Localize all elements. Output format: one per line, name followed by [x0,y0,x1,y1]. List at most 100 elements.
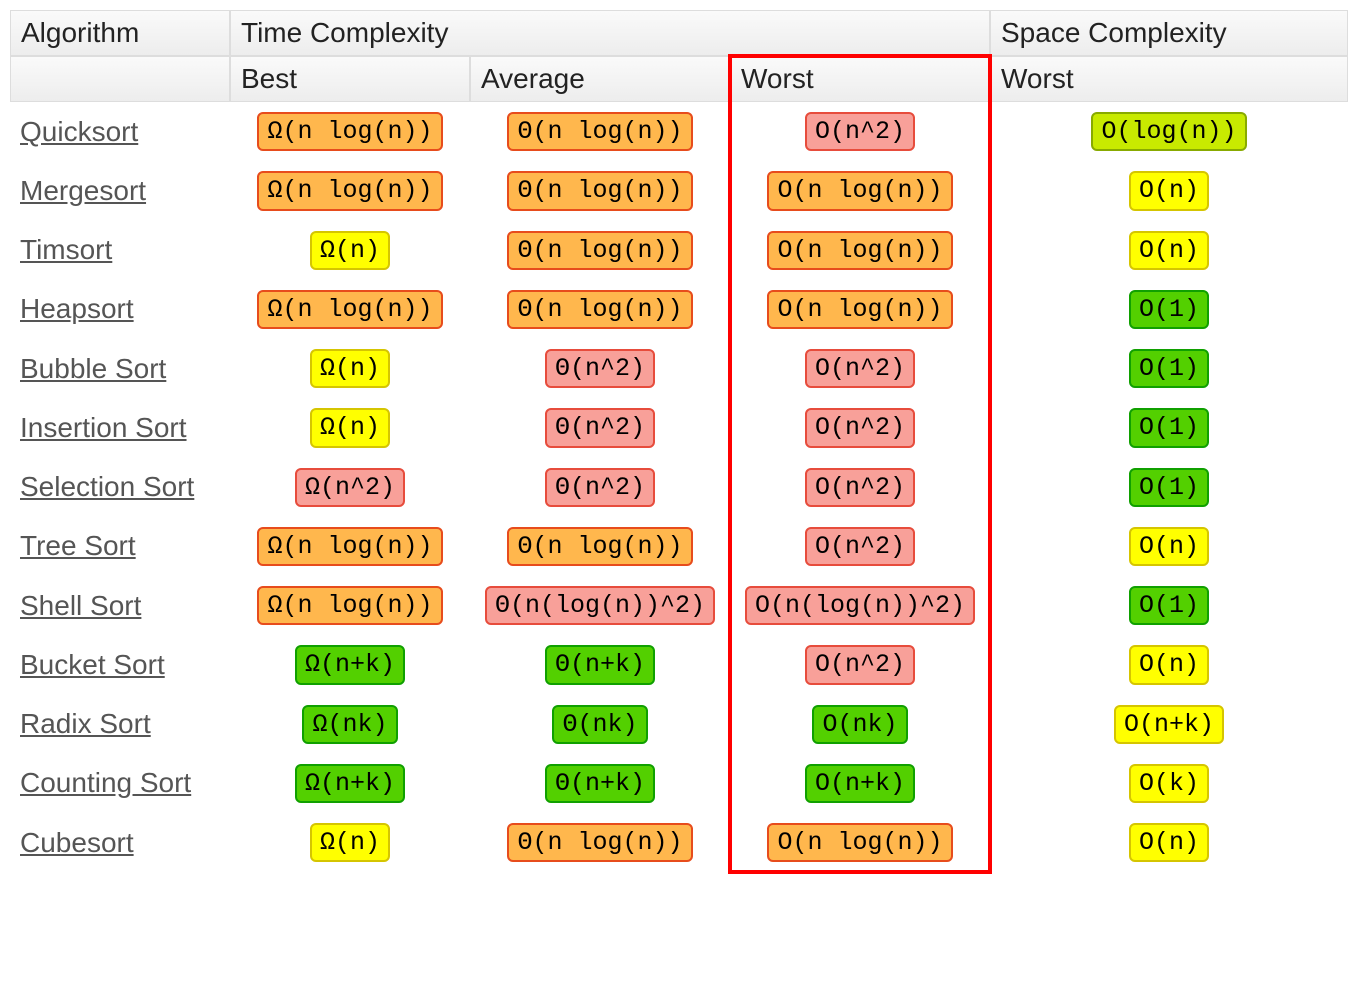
complexity-pill: Θ(nk) [552,705,647,744]
cell-best: Ω(n log(n)) [230,517,470,576]
complexity-pill: Θ(n+k) [545,645,655,684]
cell-worst: O(n^2) [730,102,990,161]
complexity-pill: O(n(log(n))^2) [745,586,975,625]
complexity-pill: O(n log(n)) [767,290,952,329]
complexity-pill: O(n) [1129,645,1209,684]
cell-avg: Θ(n(log(n))^2) [470,576,730,635]
algo-cell: Timsort [10,221,230,280]
cell-avg: Θ(nk) [470,695,730,754]
complexity-pill: O(n) [1129,171,1209,210]
algo-cell: Bucket Sort [10,635,230,694]
algo-link[interactable]: Heapsort [20,293,134,324]
cell-avg: Θ(n log(n)) [470,161,730,220]
cell-space: O(1) [990,398,1348,457]
cell-space: O(1) [990,458,1348,517]
complexity-pill: O(n+k) [805,764,915,803]
algo-link[interactable]: Radix Sort [20,708,151,739]
cell-space: O(k) [990,754,1348,813]
complexity-pill: O(1) [1129,408,1209,447]
complexity-pill: O(n) [1129,231,1209,270]
algo-link[interactable]: Mergesort [20,175,146,206]
algo-link[interactable]: Bucket Sort [20,649,165,680]
algo-cell: Heapsort [10,280,230,339]
col-blank [10,56,230,102]
cell-best: Ω(n log(n)) [230,280,470,339]
cell-avg: Θ(n^2) [470,458,730,517]
complexity-pill: Ω(n) [310,231,390,270]
complexity-pill: O(n log(n)) [767,823,952,862]
cell-best: Ω(n log(n)) [230,161,470,220]
complexity-pill: O(n^2) [805,468,915,507]
col-best: Best [230,56,470,102]
cell-worst: O(n log(n)) [730,221,990,280]
complexity-pill: O(n+k) [1114,705,1224,744]
algo-link[interactable]: Counting Sort [20,767,191,798]
algo-link[interactable]: Cubesort [20,827,134,858]
complexity-pill: Θ(n^2) [545,468,655,507]
complexity-pill: Ω(n^2) [295,468,405,507]
cell-worst: O(n log(n)) [730,280,990,339]
cell-best: Ω(n log(n)) [230,102,470,161]
algo-link[interactable]: Tree Sort [20,530,136,561]
cell-space: O(n) [990,635,1348,694]
algo-link[interactable]: Bubble Sort [20,353,166,384]
cell-space: O(log(n)) [990,102,1348,161]
table-row: Shell Sort Ω(n log(n))Θ(n(log(n))^2) O(n(l… [10,576,1348,635]
cell-avg: Θ(n log(n)) [470,813,730,872]
complexity-pill: Θ(n log(n)) [507,823,692,862]
table-row: Counting Sort Ω(n+k) Θ(n+k) O(n+k) O(k) [10,754,1348,813]
cell-worst: O(n^2) [730,398,990,457]
col-algorithm: Algorithm [10,10,230,56]
table-row: Heapsort Ω(n log(n)) Θ(n log(n)) O(n log(n)… [10,280,1348,339]
complexity-pill: Θ(n^2) [545,408,655,447]
cell-space: O(n+k) [990,695,1348,754]
algo-cell: Radix Sort [10,695,230,754]
cell-best: Ω(n) [230,339,470,398]
complexity-pill: O(n log(n)) [767,171,952,210]
complexity-pill: O(n^2) [805,408,915,447]
algo-cell: Tree Sort [10,517,230,576]
complexity-pill: O(nk) [812,705,907,744]
algo-cell: Bubble Sort [10,339,230,398]
algo-link[interactable]: Timsort [20,234,112,265]
cell-avg: Θ(n+k) [470,754,730,813]
cell-avg: Θ(n^2) [470,398,730,457]
complexity-pill: Ω(n log(n)) [257,171,442,210]
cell-space: O(n) [990,221,1348,280]
algo-link[interactable]: Quicksort [20,116,138,147]
complexity-pill: Θ(n^2) [545,349,655,388]
complexity-pill: Θ(n log(n)) [507,171,692,210]
algo-link[interactable]: Insertion Sort [20,412,187,443]
cell-avg: Θ(n^2) [470,339,730,398]
cell-space: O(1) [990,576,1348,635]
cell-space: O(n) [990,161,1348,220]
col-space: Space Complexity [990,10,1348,56]
header-row-1: Algorithm Time Complexity Space Complexi… [10,10,1348,56]
complexity-pill: Ω(n log(n)) [257,290,442,329]
algo-link[interactable]: Shell Sort [20,590,141,621]
col-time: Time Complexity [230,10,990,56]
cell-best: Ω(n^2) [230,458,470,517]
table-row: Radix SortΩ(nk)Θ(nk)O(nk)O(n+k) [10,695,1348,754]
complexity-pill: O(n^2) [805,349,915,388]
complexity-pill: O(1) [1129,586,1209,625]
cell-worst: O(nk) [730,695,990,754]
table-body: Quicksort Ω(n log(n)) Θ(n log(n)) O(n^2) O(l… [10,102,1348,872]
table-wrapper: Algorithm Time Complexity Space Complexi… [10,10,1348,872]
complexity-pill: O(n^2) [805,645,915,684]
cell-worst: O(n log(n)) [730,161,990,220]
cell-best: Ω(n) [230,221,470,280]
complexity-pill: O(n^2) [805,112,915,151]
algo-cell: Counting Sort [10,754,230,813]
cell-worst: O(n+k) [730,754,990,813]
col-worst-time: Worst [730,56,990,102]
algo-link[interactable]: Selection Sort [20,471,194,502]
cell-worst: O(n^2) [730,517,990,576]
cell-best: Ω(n log(n)) [230,576,470,635]
cell-avg: Θ(n log(n)) [470,280,730,339]
complexity-pill: Θ(n log(n)) [507,231,692,270]
complexity-pill: Ω(n+k) [295,764,405,803]
complexity-pill: O(1) [1129,349,1209,388]
complexity-pill: O(1) [1129,290,1209,329]
cell-worst: O(n log(n)) [730,813,990,872]
